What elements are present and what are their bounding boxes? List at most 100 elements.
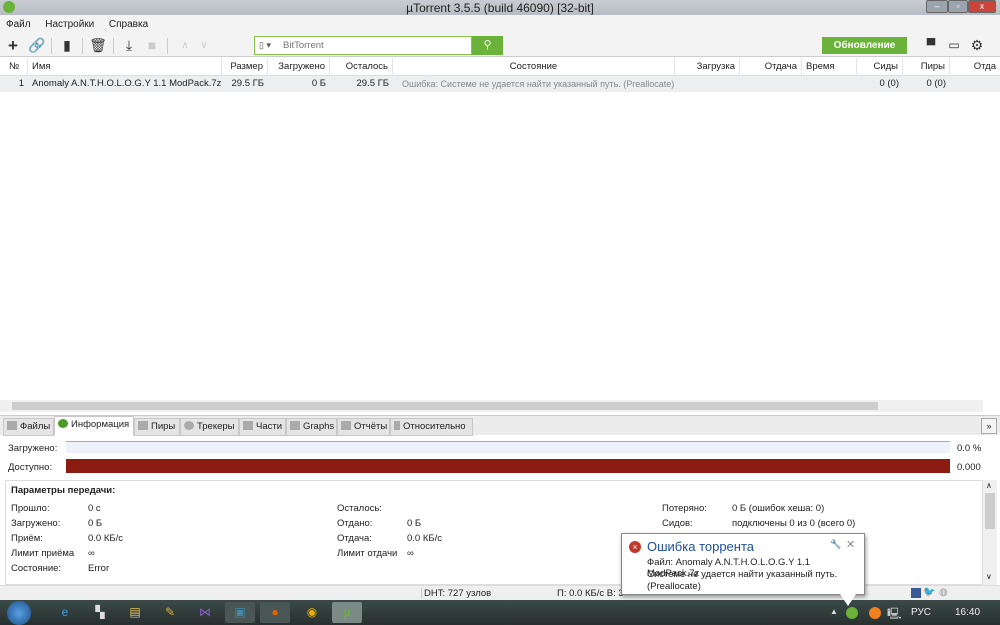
collapse-panel-button[interactable]: » [981,418,997,434]
search-button[interactable]: ⚲ [472,36,503,55]
clock[interactable]: 16:40 [955,607,980,618]
col-upload-speed[interactable]: Отдача [740,58,802,76]
tab-related[interactable]: Относительно [390,418,473,436]
col-seeds[interactable]: Сиды [857,58,903,76]
tab-graphs[interactable]: Graphs [286,418,337,436]
vertical-scrollbar[interactable]: ∧ ∨ [983,480,997,585]
chrome-icon[interactable]: ◉ [297,602,327,623]
col-downloaded[interactable]: Загружено [268,58,330,76]
torrent-seeds: 0 (0) [879,78,899,89]
params-title: Параметры передачи: [11,485,116,496]
error-notification[interactable]: × Ошибка торрента 🔧 ✕ Файл: Anomaly A.N.… [621,533,865,606]
trash-icon[interactable]: 🗑 [89,37,107,54]
create-torrent-icon[interactable]: ▮ [58,37,76,54]
col-eta[interactable]: Время [802,58,857,76]
notification-title: Ошибка торрента [647,539,755,554]
table-row[interactable]: 1 Anomaly A.N.T.H.O.L.O.G.Y 1.1 ModPack.… [0,76,1000,92]
tab-pieces[interactable]: Части [239,418,286,436]
tab-logger[interactable]: Отчёты [337,418,390,436]
add-link-icon[interactable]: 🔗 [28,37,46,54]
app-icon[interactable]: ✎ [155,602,185,623]
remote-icon[interactable]: ▭ [945,37,963,54]
notification-settings-icon[interactable]: 🔧 [830,539,841,550]
horizontal-scrollbar[interactable] [0,400,983,412]
utorrent-tray-icon[interactable] [846,607,858,619]
torrent-remaining: 29.5 ГБ [356,78,389,89]
scroll-up-arrow[interactable]: ∧ [986,481,992,490]
tray-expand-icon[interactable]: ▲ [830,607,838,616]
downloaded-progress-bar [66,441,950,453]
notification-close-button[interactable]: ✕ [846,538,855,551]
notification-pointer [840,594,856,606]
start-button[interactable] [7,601,31,625]
utorrent-task-icon[interactable]: µ [332,602,362,623]
param-label: Состояние: [11,563,62,574]
scrollbar-thumb[interactable] [12,402,878,410]
gear-icon[interactable]: ⚙ [968,37,986,54]
param-label: Приём: [11,533,43,544]
firefox-icon[interactable]: ● [260,602,290,623]
param-value: 0.0 КБ/с [88,533,124,544]
menu-settings[interactable]: Настройки [45,19,94,30]
notification-line: Системе не удается найти указанный путь. [647,569,838,580]
minimize-button[interactable]: – [926,0,948,13]
col-size[interactable]: Размер [222,58,268,76]
app-icon[interactable]: ▚ [85,602,115,623]
tab-info[interactable]: Информация [54,416,134,436]
divider [51,38,52,54]
visual-studio-icon[interactable]: ⋈ [190,602,220,623]
search-input[interactable] [283,39,468,52]
explorer-icon[interactable]: ▤ [120,602,150,623]
availability-bar [66,459,950,473]
folder-icon [7,421,17,430]
add-torrent-icon[interactable]: + [4,37,22,54]
scrollbar-thumb[interactable] [985,493,995,529]
param-label: Отдача: [337,533,372,544]
tray-app-icon[interactable] [869,607,881,619]
language-indicator[interactable]: РУС [911,607,931,618]
torrent-name: Anomaly A.N.T.H.O.L.O.G.Y 1.1 ModPack.7z [32,78,222,89]
tab-peers[interactable]: Пиры [134,418,180,436]
tab-trackers[interactable]: Трекеры [180,418,239,436]
facebook-icon[interactable] [911,588,921,598]
pieces-icon [243,421,253,430]
bulb-icon [394,421,400,430]
ie-icon[interactable]: e [50,602,80,623]
move-up-icon[interactable]: ∧ [176,37,194,54]
close-button[interactable]: x [968,0,996,13]
col-name[interactable]: Имя [28,58,222,76]
tab-files[interactable]: Файлы [3,418,54,436]
move-down-icon[interactable]: ∨ [195,37,213,54]
tracker-icon [184,421,194,430]
chat-icon[interactable]: ▀ [922,37,940,54]
search-provider-icon[interactable]: ▯ ▾ [259,40,271,51]
graph-icon [290,421,300,430]
col-remaining[interactable]: Осталось [330,58,393,76]
menu-help[interactable]: Справка [109,19,148,30]
speed-status: П: 0.0 КБ/с В: 3 [557,588,624,599]
stop-icon[interactable]: ■ [143,37,161,54]
col-num[interactable]: № [5,58,28,76]
network-icon[interactable]: 🖳 [887,605,902,624]
menu-file[interactable]: Файл [6,19,31,30]
twitter-icon[interactable]: 🐦 [923,587,935,598]
col-download-speed[interactable]: Загрузка [675,58,740,76]
maximize-button[interactable]: ▫ [948,0,968,13]
save-app-icon[interactable]: ▣ [225,602,255,623]
divider [113,38,114,54]
divider [167,38,168,54]
update-button[interactable]: Обновление [822,37,907,54]
search-field[interactable]: ▯ ▾ [254,36,472,55]
param-label: Сидов: [662,518,693,529]
globe-icon[interactable]: ◍ [939,587,948,598]
search-icon: ⚲ [483,39,492,51]
col-peers[interactable]: Пиры [903,58,950,76]
param-label: Загружено: [11,518,61,529]
col-status[interactable]: Состояние [393,58,675,76]
param-label: Осталось: [337,503,382,514]
downloaded-label: Загружено: [8,443,58,454]
notification-line: (Preallocate) [647,581,701,592]
col-uploaded[interactable]: Отда [950,58,1000,76]
download-icon[interactable]: ⤓ [120,37,138,54]
scroll-down-arrow[interactable]: ∨ [986,572,992,581]
